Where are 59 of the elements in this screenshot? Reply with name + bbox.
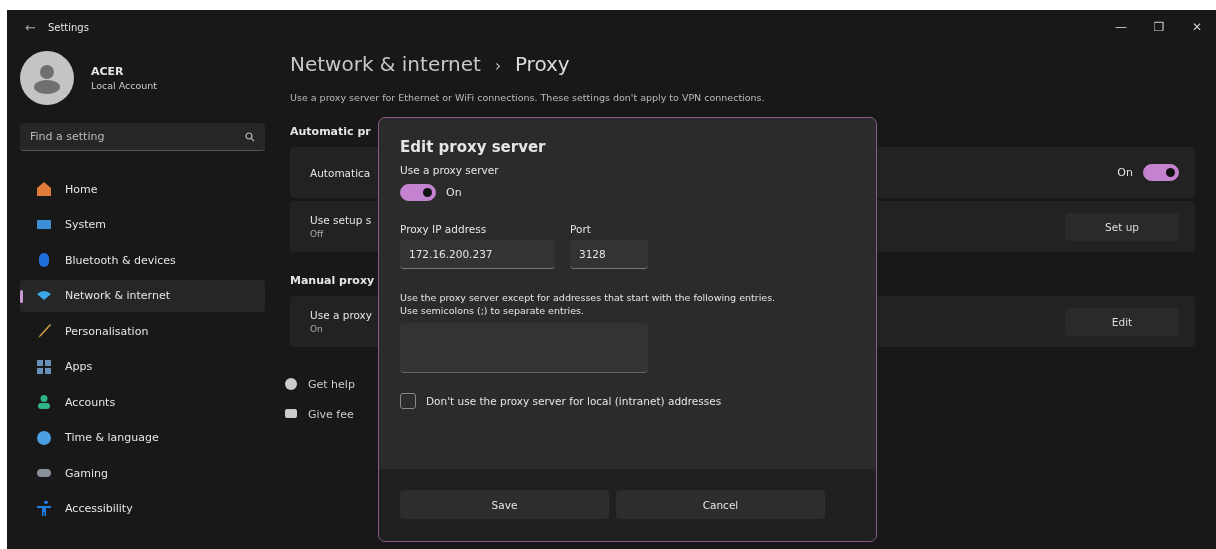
- avatar-icon: [20, 51, 74, 105]
- setting-title: Use a proxy: [310, 309, 372, 321]
- page-description: Use a proxy server for Ethernet or WiFi connections. These settings don't apply to VPN connections.: [290, 92, 766, 103]
- help-link[interactable]: Give fee: [308, 407, 354, 421]
- window-control-button[interactable]: —: [1102, 12, 1140, 42]
- account-type: Local Account: [91, 80, 157, 91]
- field-label: Proxy IP address: [400, 223, 488, 235]
- toggle-switch[interactable]: [1143, 164, 1179, 181]
- toggle-switch[interactable]: [400, 184, 436, 201]
- sidebar-item[interactable]: System: [20, 208, 265, 241]
- search-field[interactable]: Find a setting: [20, 123, 265, 151]
- sidebar-item[interactable]: Apps: [20, 350, 265, 383]
- window-control-button[interactable]: ✕: [1178, 12, 1216, 42]
- setting-title: Use setup s: [310, 214, 372, 226]
- account-name: ACER: [91, 65, 125, 78]
- accessibility-icon: [36, 500, 52, 517]
- checkbox-label: Don't use the proxy server for local (intranet) addresses: [426, 395, 722, 407]
- section-heading: Automatic pr: [290, 125, 372, 138]
- brush-icon: [36, 323, 52, 339]
- house-icon: [36, 181, 52, 197]
- port-field[interactable]: 3128: [570, 240, 648, 269]
- dialog-button[interactable]: Save: [400, 490, 609, 519]
- sidebar-item[interactable]: Home: [20, 173, 265, 205]
- field-label: Use a proxy server: [400, 164, 500, 176]
- sidebar-item[interactable]: Network & internet: [20, 279, 265, 312]
- back-button[interactable]: ←: [25, 19, 36, 35]
- toggle-state: On: [446, 186, 462, 199]
- breadcrumb-link[interactable]: Network & internet: [290, 52, 481, 76]
- card-button[interactable]: Set up: [1065, 212, 1179, 241]
- card-button[interactable]: Edit: [1065, 307, 1179, 336]
- instruction-text: Use semicolons (;) to separate entries.: [400, 304, 586, 317]
- feedback-icon: [284, 407, 298, 421]
- ip-address-field[interactable]: 172.16.200.237: [400, 240, 555, 269]
- help-link[interactable]: Get help: [308, 377, 355, 391]
- search-icon: [245, 132, 255, 142]
- instruction-text: Use the proxy server except for addresses that start with the following entries.: [400, 291, 777, 304]
- dialog-title: Edit proxy server: [400, 138, 547, 156]
- person-icon: [36, 394, 52, 410]
- window-title: Settings: [47, 21, 89, 33]
- toggle-state: On: [1117, 166, 1133, 179]
- setting-status: On: [310, 324, 323, 334]
- exceptions-field[interactable]: [400, 323, 648, 373]
- section-heading: Manual proxy: [290, 274, 376, 287]
- sidebar-item[interactable]: Accounts: [20, 386, 265, 418]
- sidebar-item[interactable]: Personalisation: [20, 315, 265, 347]
- checkbox[interactable]: [400, 393, 416, 409]
- setting-title: Automatica: [310, 166, 371, 179]
- sidebar-item[interactable]: Gaming: [20, 457, 265, 489]
- window-control-button[interactable]: ❐: [1140, 12, 1178, 42]
- sidebar-item[interactable]: Bluetooth & devices: [20, 244, 265, 276]
- help-icon: [284, 377, 298, 391]
- setting-status: Off: [310, 229, 324, 239]
- dialog-button[interactable]: Cancel: [616, 490, 825, 519]
- apps-icon: [36, 358, 52, 375]
- sidebar-item[interactable]: Accessibility: [20, 492, 265, 525]
- sidebar-item[interactable]: Time & language: [20, 421, 265, 454]
- breadcrumb-separator: ›: [494, 57, 501, 75]
- page-title: Proxy: [514, 52, 570, 76]
- field-label: Port: [570, 223, 592, 235]
